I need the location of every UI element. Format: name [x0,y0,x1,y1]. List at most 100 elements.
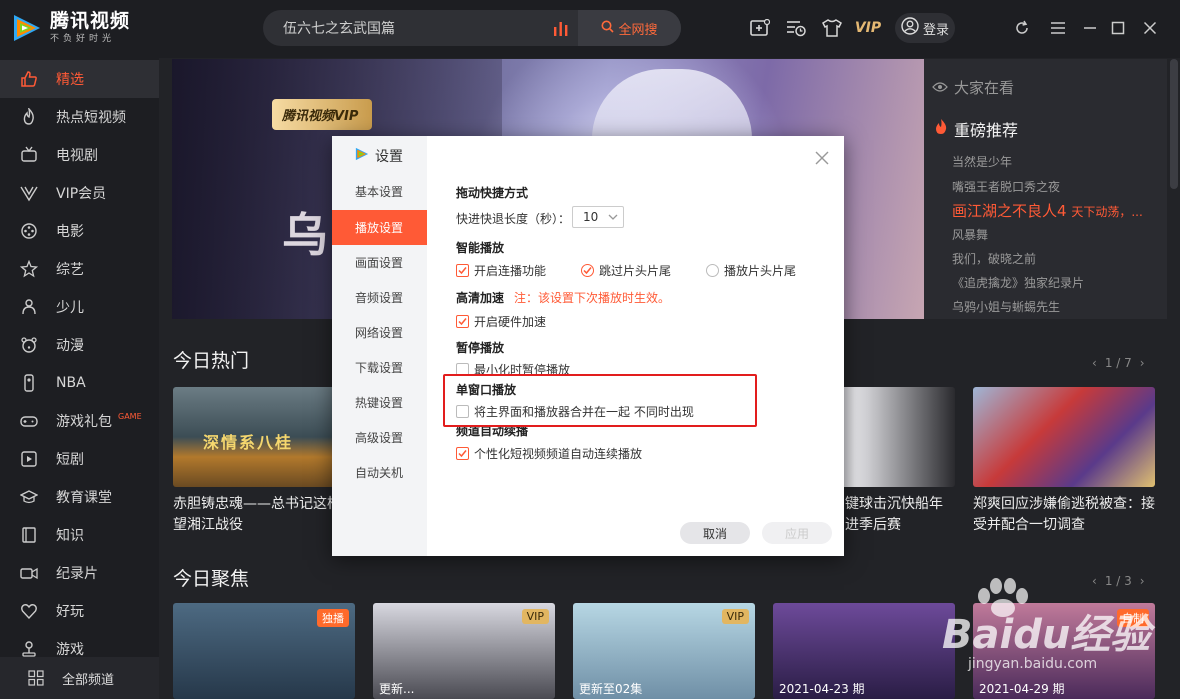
cancel-button[interactable]: 取消 [680,522,750,544]
sidebar-item-fun[interactable]: 好玩 [0,592,159,630]
continuous-play-option[interactable]: 开启连播功能 [456,262,546,279]
video-card[interactable]: 深情系八桂 [173,387,355,487]
sidebar-item-documentary[interactable]: 纪录片 [0,554,159,592]
sidebar-item-short-drama[interactable]: 短剧 [0,440,159,478]
checkbox-checked-icon[interactable] [456,447,469,460]
sidebar-item-hot-shorts[interactable]: 热点短视频 [0,98,159,136]
card-badge: VIP [521,609,549,624]
hd-note: 注：该设置下次播放时生效。 [514,291,671,305]
sidebar-item-education[interactable]: 教育课堂 [0,478,159,516]
single-window-option[interactable]: 将主界面和播放器合并在一起 不同时出现 [456,403,694,420]
card-update: 更新... [379,682,415,696]
hardware-accel-option[interactable]: 开启硬件加速 [456,313,546,330]
trending-item[interactable]: 嘴强王者脱口秀之夜 [952,178,1060,195]
trending-item[interactable]: 风暴舞 [952,226,988,243]
tab-display[interactable]: 画面设置 [332,245,427,280]
maximize-icon[interactable] [1104,14,1132,42]
hot-recommend-title: 重磅推荐 [934,117,1018,141]
trending-item[interactable]: 乌鸦小姐与蜥蜴先生 [952,298,1060,315]
option-label: 跳过片头片尾 [599,264,672,278]
refresh-icon[interactable] [1008,14,1036,42]
sidebar-item-vip[interactable]: VIP会员 [0,174,159,212]
trending-item[interactable]: 《追虎擒龙》独家纪录片 [952,274,1084,291]
highlight-box: 单窗口播放 将主界面和播放器合并在一起 不同时出现 [443,374,757,427]
sidebar-item-knowledge[interactable]: 知识 [0,516,159,554]
tab-basic[interactable]: 基本设置 [332,174,427,209]
checkbox-checked-icon[interactable] [456,315,469,328]
tab-hotkeys[interactable]: 热键设置 [332,385,427,420]
book-icon [20,526,38,544]
radio-selected-icon[interactable] [581,264,594,277]
hot-rank-icon[interactable] [553,21,569,36]
tab-advanced[interactable]: 高级设置 [332,420,427,455]
page-scrollbar[interactable] [1170,59,1178,189]
sidebar-item-label: 综艺 [56,262,84,278]
sidebar-item-label: 纪录片 [56,566,98,582]
sidebar-item-label: 动漫 [56,338,84,354]
search-input[interactable] [263,10,578,46]
trending-item[interactable]: 当然是少年 [952,153,1012,170]
app-logo[interactable]: 腾讯视频 不负好时光 [10,11,130,45]
channel-autoplay-option[interactable]: 个性化短视频频道自动连续播放 [456,445,642,462]
close-icon[interactable] [812,148,832,168]
video-card[interactable]: 独播 [173,603,355,699]
menu-icon[interactable] [1044,14,1072,42]
minimize-icon[interactable] [1076,14,1104,42]
option-label: 开启连播功能 [474,264,547,278]
checkbox-checked-icon[interactable] [456,264,469,277]
trending-item[interactable]: 我们，破晓之前 [952,250,1036,267]
vip-icon [20,184,38,202]
close-window-icon[interactable] [1136,14,1164,42]
tv-icon [20,146,38,164]
history-icon[interactable] [778,14,814,42]
search-button[interactable]: 全网搜 [578,10,681,46]
bear-icon [20,336,38,354]
video-caption[interactable]: 郑爽回应涉嫌偷逃税被查：接受并配合一切调查 [973,494,1163,536]
skip-intro-option[interactable]: 跳过片头片尾 [581,262,671,279]
chevron-right-icon[interactable]: › [1140,356,1145,370]
trending-item-subtitle: 天下动荡，... [1071,205,1143,219]
upload-icon[interactable] [742,14,778,42]
group-title-single: 单窗口播放 [456,383,517,397]
radio-unselected-icon[interactable] [706,264,719,277]
video-card[interactable]: VIP 更新至02集 [573,603,755,699]
sidebar-item-anime[interactable]: 动漫 [0,326,159,364]
sidebar-item-kids[interactable]: 少儿 [0,288,159,326]
tab-download[interactable]: 下载设置 [332,350,427,385]
skin-shirt-icon[interactable] [814,14,850,42]
trending-item-highlight[interactable]: 画江湖之不良人4 天下动荡，... [952,200,1143,221]
sidebar-item-featured[interactable]: 精选 [0,60,159,98]
tab-audio[interactable]: 音频设置 [332,280,427,315]
card-update: 2021-04-29 期 [979,682,1065,696]
section-pager: ‹ 1 / 7 › [1092,356,1145,370]
chevron-left-icon[interactable]: ‹ [1092,356,1097,370]
sidebar-item-game-gifts[interactable]: 游戏礼包 GAME [0,402,159,440]
sidebar-item-movie[interactable]: 电影 [0,212,159,250]
sidebar-item-tv[interactable]: 电视剧 [0,136,159,174]
apply-button[interactable]: 应用 [762,522,832,544]
seek-length-select[interactable]: 10 [572,206,624,228]
trending-item-title: 画江湖之不良人4 [952,202,1067,220]
tab-network[interactable]: 网络设置 [332,315,427,350]
sidebar-item-nba[interactable]: NBA [0,364,159,402]
hot-recommend-label: 重磅推荐 [954,121,1019,140]
tab-auto-shutdown[interactable]: 自动关机 [332,455,427,490]
option-label: 开启硬件加速 [474,315,547,329]
video-card[interactable]: VIP 更新... [373,603,555,699]
login-button[interactable]: 登录 [895,13,955,43]
video-card[interactable] [973,387,1155,487]
tab-playback[interactable]: 播放设置 [332,210,427,245]
seek-length-value: 10 [583,210,599,224]
sidebar-item-label: 电影 [56,224,84,240]
play-intro-option[interactable]: 播放片头片尾 [706,262,796,279]
group-title-label: 高清加速 [456,291,505,305]
search-box: 全网搜 [263,10,681,46]
sidebar-item-variety[interactable]: 综艺 [0,250,159,288]
card-badge: VIP [721,609,749,624]
all-channels-button[interactable]: 全部频道 [0,657,159,699]
tencent-video-logo-icon [354,146,370,166]
video-caption[interactable]: 键球击沉快船年进季后赛 [845,494,955,536]
app-name: 腾讯视频 [50,10,131,32]
checkbox-unchecked-icon[interactable] [456,405,469,418]
vip-link[interactable]: VIP [850,14,886,42]
